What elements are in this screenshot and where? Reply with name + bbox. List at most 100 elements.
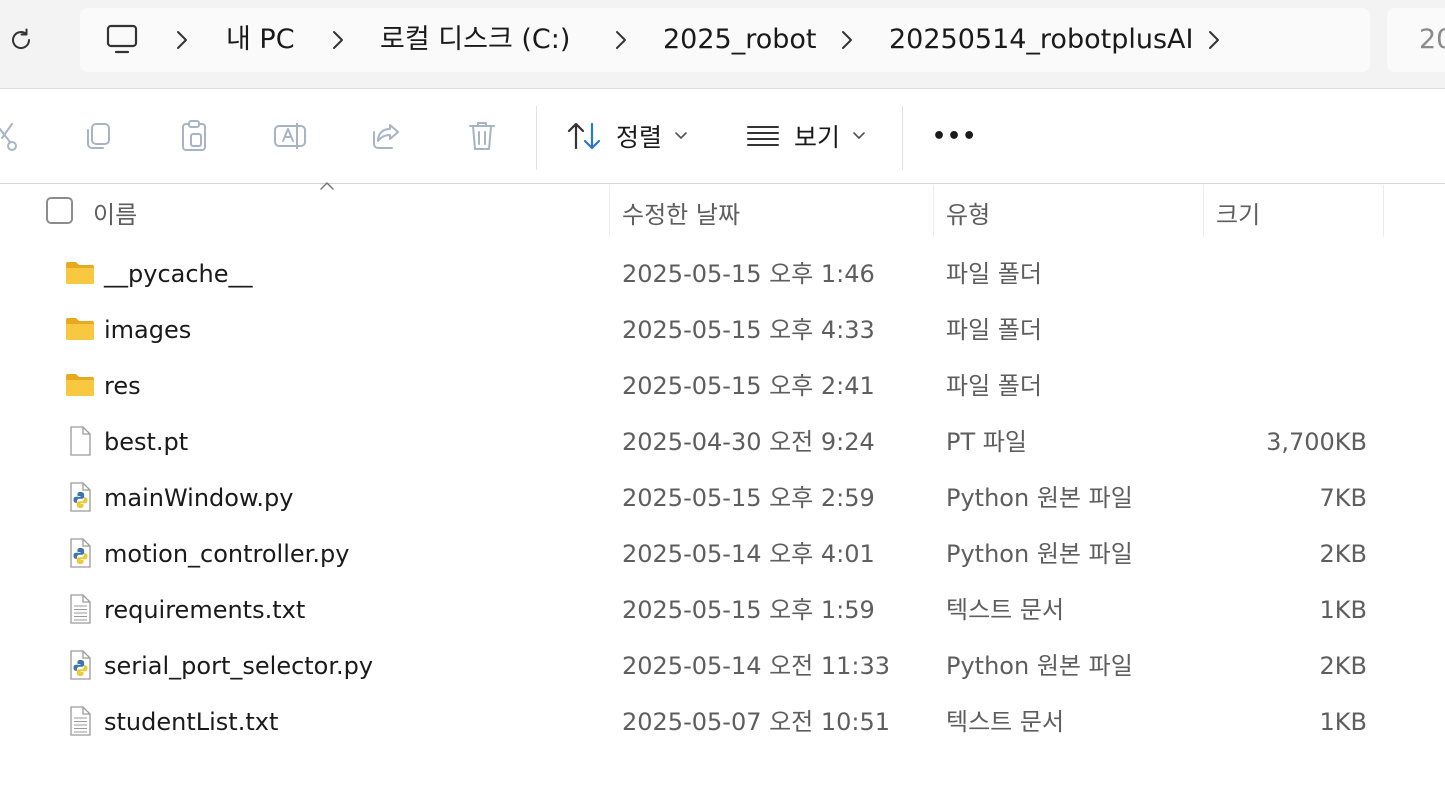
- view-button[interactable]: 보기: [746, 112, 866, 160]
- file-size: 1KB: [1319, 708, 1367, 736]
- file-row[interactable]: requirements.txt 2025-05-15 오후 1:59 텍스트 …: [0, 582, 1445, 638]
- address-bar[interactable]: 내 PC 로컬 디스크 (C:) 2025_robot 20250514_rob…: [80, 8, 1370, 72]
- sort-arrows-icon: [567, 122, 601, 150]
- file-row[interactable]: studentList.txt 2025-05-07 오전 10:51 텍스트 …: [0, 694, 1445, 750]
- file-date: 2025-05-15 오후 4:33: [622, 316, 875, 344]
- rename-icon: [274, 123, 306, 149]
- file-size: 2KB: [1319, 652, 1367, 680]
- blank-file-icon: [70, 426, 91, 456]
- refresh-button[interactable]: [5, 24, 37, 56]
- file-date: 2025-05-15 오후 2:59: [622, 484, 875, 512]
- file-row[interactable]: serial_port_selector.py 2025-05-14 오전 11…: [0, 638, 1445, 694]
- file-row[interactable]: images 2025-05-15 오후 4:33 파일 폴더: [0, 302, 1445, 358]
- copy-icon: [87, 123, 110, 149]
- column-separator[interactable]: [933, 185, 934, 237]
- sort-label: 정렬: [616, 123, 663, 152]
- more-options-button[interactable]: •••: [932, 112, 977, 160]
- column-header-row: 이름 수정한 날짜 유형 크기: [0, 182, 1445, 237]
- file-name: motion_controller.py: [104, 540, 350, 568]
- breadcrumb-this-pc[interactable]: 내 PC: [226, 22, 295, 58]
- chevron-right-icon[interactable]: [328, 28, 348, 52]
- rename-button[interactable]: [272, 118, 308, 154]
- file-row[interactable]: __pycache__ 2025-05-15 오후 1:46 파일 폴더: [0, 246, 1445, 302]
- address-bar-area: 내 PC 로컬 디스크 (C:) 2025_robot 20250514_rob…: [0, 0, 1445, 89]
- chevron-right-icon[interactable]: [611, 28, 631, 52]
- file-row[interactable]: mainWindow.py 2025-05-15 오후 2:59 Python …: [0, 470, 1445, 526]
- file-name: res: [104, 372, 141, 400]
- python-file-icon: [70, 482, 91, 512]
- folder-icon: [66, 318, 94, 340]
- file-date: 2025-05-14 오전 11:33: [622, 652, 891, 680]
- view-label: 보기: [794, 123, 841, 152]
- file-type: Python 원본 파일: [946, 652, 1133, 680]
- scissors-icon: [0, 123, 17, 151]
- list-view-icon: [747, 126, 779, 146]
- column-header-date[interactable]: 수정한 날짜: [622, 195, 740, 230]
- file-size: 7KB: [1319, 484, 1367, 512]
- chevron-right-icon[interactable]: [172, 28, 192, 52]
- breadcrumb-current-folder[interactable]: 20250514_robotplusAI: [889, 22, 1193, 58]
- chevron-right-icon[interactable]: [837, 28, 857, 52]
- python-file-icon: [70, 538, 91, 568]
- cut-button[interactable]: [0, 118, 22, 154]
- file-name: serial_port_selector.py: [104, 652, 374, 680]
- file-row[interactable]: res 2025-05-15 오후 2:41 파일 폴더: [0, 358, 1445, 414]
- file-type: Python 원본 파일: [946, 540, 1133, 568]
- file-size: 3,700KB: [1266, 428, 1367, 456]
- copy-button[interactable]: [80, 118, 116, 154]
- column-header-size[interactable]: 크기: [1216, 195, 1260, 230]
- file-date: 2025-05-15 오후 1:46: [622, 260, 875, 288]
- file-type: Python 원본 파일: [946, 484, 1133, 512]
- chevron-down-icon: [853, 132, 865, 139]
- column-header-type[interactable]: 유형: [946, 195, 990, 230]
- paste-button[interactable]: [176, 118, 212, 154]
- select-all-checkbox[interactable]: [46, 197, 73, 224]
- file-date: 2025-04-30 오전 9:24: [622, 428, 875, 456]
- folder-icon: [66, 374, 94, 396]
- share-icon: [373, 124, 399, 149]
- file-type: 텍스트 문서: [946, 596, 1065, 624]
- chevron-right-icon[interactable]: [1204, 28, 1224, 52]
- column-header-name[interactable]: 이름: [93, 195, 137, 230]
- chevron-down-icon: [675, 132, 687, 139]
- refresh-icon: [12, 28, 31, 49]
- python-file-icon: [70, 650, 91, 680]
- clipboard-icon: [182, 120, 206, 151]
- text-file-icon: [70, 594, 91, 624]
- sort-button[interactable]: 정렬: [566, 112, 688, 160]
- breadcrumb-2025-robot[interactable]: 2025_robot: [663, 22, 816, 58]
- file-date: 2025-05-15 오후 2:41: [622, 372, 875, 400]
- file-name: requirements.txt: [104, 596, 306, 624]
- search-box[interactable]: 20: [1387, 8, 1445, 72]
- command-bar: 정렬 보기 •••: [0, 90, 1445, 184]
- file-name: mainWindow.py: [104, 484, 294, 512]
- file-name: best.pt: [104, 428, 189, 456]
- toolbar-divider: [902, 106, 903, 170]
- breadcrumb-local-disk[interactable]: 로컬 디스크 (C:): [380, 22, 570, 58]
- trash-icon: [469, 122, 495, 150]
- sort-ascending-caret-icon: [320, 182, 334, 190]
- file-row[interactable]: best.pt 2025-04-30 오전 9:24 PT 파일 3,700KB: [0, 414, 1445, 470]
- file-type: 파일 폴더: [946, 260, 1042, 288]
- file-date: 2025-05-14 오후 4:01: [622, 540, 875, 568]
- file-size: 1KB: [1319, 596, 1367, 624]
- file-date: 2025-05-15 오후 1:59: [622, 596, 875, 624]
- text-file-icon: [70, 706, 91, 736]
- file-date: 2025-05-07 오전 10:51: [622, 708, 891, 736]
- column-separator[interactable]: [1383, 185, 1384, 237]
- search-text: 20: [1419, 24, 1445, 55]
- file-row[interactable]: motion_controller.py 2025-05-14 오후 4:01 …: [0, 526, 1445, 582]
- file-name: studentList.txt: [104, 708, 279, 736]
- file-type: 파일 폴더: [946, 316, 1042, 344]
- file-type: 파일 폴더: [946, 372, 1042, 400]
- file-name: images: [104, 316, 192, 344]
- column-separator[interactable]: [1203, 185, 1204, 237]
- more-options-icon: •••: [932, 123, 978, 149]
- folder-icon: [66, 262, 94, 284]
- toolbar-divider: [536, 106, 537, 170]
- this-pc-icon[interactable]: [106, 24, 140, 56]
- column-separator[interactable]: [609, 185, 610, 237]
- file-name: __pycache__: [104, 260, 253, 288]
- share-button[interactable]: [368, 118, 404, 154]
- delete-button[interactable]: [464, 118, 500, 154]
